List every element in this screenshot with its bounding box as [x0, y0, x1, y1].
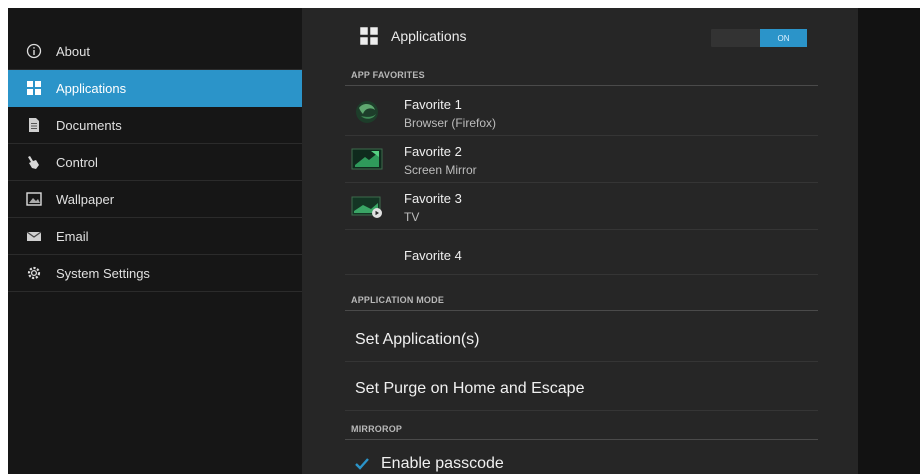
- tv-app-icon: [351, 192, 383, 220]
- sidebar: About Applications Documents Control Wal…: [8, 33, 302, 292]
- favorite-item-1[interactable]: Favorite 1 Browser (Firefox): [345, 90, 818, 136]
- screen-mirror-app-icon: [351, 145, 383, 173]
- setting-label: Set Purge on Home and Escape: [355, 379, 585, 397]
- sidebar-item-wallpaper[interactable]: Wallpaper: [8, 181, 302, 218]
- setting-label: Set Application(s): [355, 330, 480, 348]
- set-applications-item[interactable]: Set Application(s): [345, 318, 818, 362]
- sidebar-item-label: System Settings: [56, 265, 150, 281]
- page-title: Applications: [391, 28, 467, 44]
- enable-passcode-item[interactable]: Enable passcode: [345, 452, 818, 474]
- sidebar-item-email[interactable]: Email: [8, 218, 302, 255]
- settings-panel: Applications ON APP FAVORITES Favorite 1…: [302, 8, 858, 474]
- sidebar-item-about[interactable]: About: [8, 33, 302, 70]
- envelope-icon: [26, 228, 42, 244]
- sidebar-item-documents[interactable]: Documents: [8, 107, 302, 144]
- section-header-application-mode: APPLICATION MODE: [345, 291, 818, 311]
- sidebar-item-label: Wallpaper: [56, 191, 115, 207]
- favorite-title: Favorite 2: [404, 144, 462, 159]
- sidebar-item-system-settings[interactable]: System Settings: [8, 255, 302, 292]
- setting-label: Enable passcode: [381, 455, 504, 472]
- applications-header: Applications ON: [349, 24, 813, 54]
- grid-icon: [26, 80, 42, 96]
- browser-app-icon: [351, 98, 383, 126]
- sidebar-item-control[interactable]: Control: [8, 144, 302, 181]
- image-icon: [26, 191, 42, 207]
- sidebar-item-label: About: [56, 43, 90, 59]
- favorite-title: Favorite 3: [404, 191, 462, 206]
- section-header-app-favorites: APP FAVORITES: [345, 66, 818, 86]
- favorite-title: Favorite 4: [404, 248, 462, 263]
- favorite-item-3[interactable]: Favorite 3 TV: [345, 184, 818, 230]
- favorite-title: Favorite 1: [404, 97, 462, 112]
- right-edge-strip: [858, 8, 920, 474]
- favorite-subtitle: Browser (Firefox): [404, 116, 497, 130]
- sidebar-item-label: Documents: [56, 117, 122, 133]
- info-icon: [26, 43, 42, 59]
- favorite-subtitle: Screen Mirror: [404, 163, 477, 177]
- grid-icon: [359, 26, 379, 51]
- hand-pointer-icon: [26, 154, 42, 170]
- favorite-item-2[interactable]: Favorite 2 Screen Mirror: [345, 137, 818, 183]
- sidebar-item-label: Applications: [56, 80, 127, 96]
- section-header-mirrorop: MIRROROP: [345, 420, 818, 440]
- gear-icon: [26, 265, 42, 281]
- favorite-item-4[interactable]: Favorite 4: [345, 231, 818, 275]
- set-purge-item[interactable]: Set Purge on Home and Escape: [345, 367, 818, 411]
- sidebar-item-applications[interactable]: Applications: [8, 70, 302, 107]
- document-icon: [26, 117, 42, 133]
- favorite-subtitle: TV: [404, 210, 420, 224]
- tablet-screen: About Applications Documents Control Wal…: [8, 8, 920, 474]
- sidebar-item-label: Control: [56, 154, 98, 170]
- checkmark-icon[interactable]: [355, 457, 369, 474]
- toggle-on-label: ON: [760, 29, 807, 47]
- applications-toggle[interactable]: ON: [711, 29, 807, 47]
- sidebar-item-label: Email: [56, 228, 89, 244]
